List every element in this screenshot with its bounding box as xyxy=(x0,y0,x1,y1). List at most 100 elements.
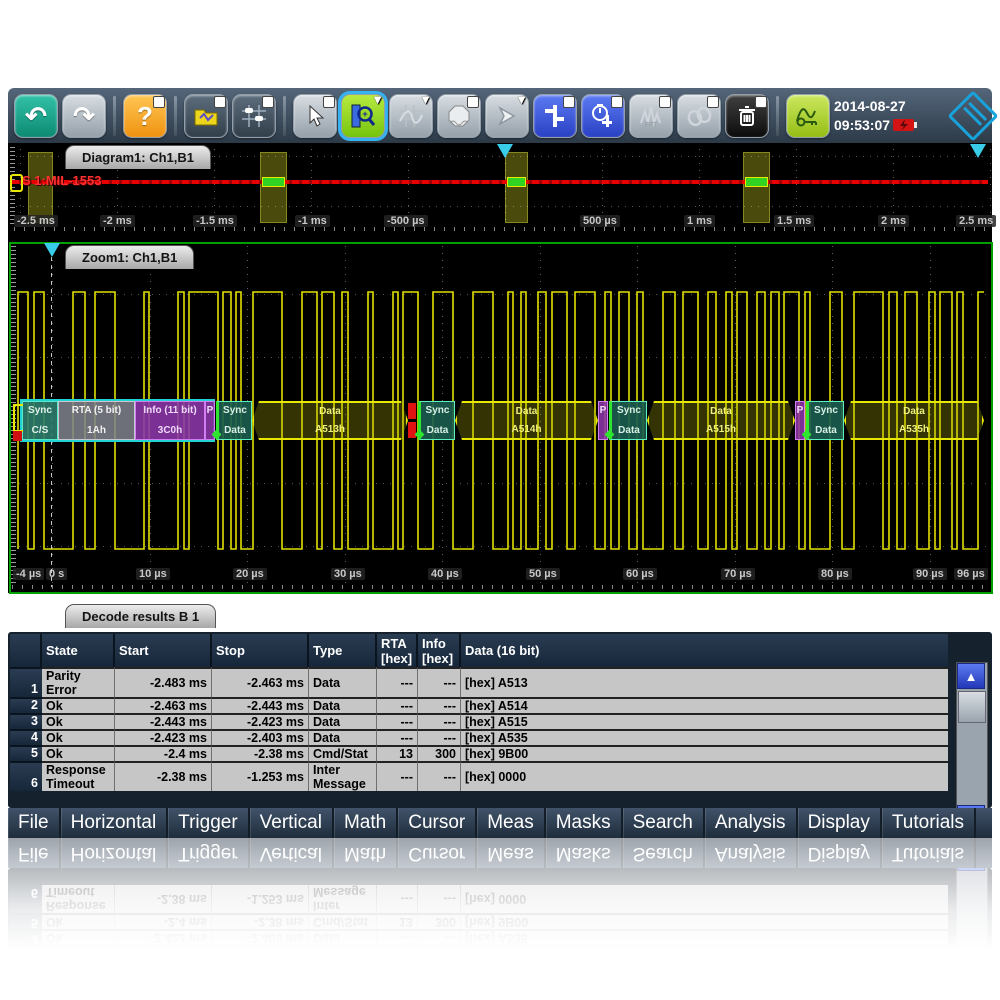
main-menu: File Horizontal Trigger Vertical Math Cu… xyxy=(8,808,992,838)
time-label: 09:53:07 xyxy=(834,116,890,134)
menu-tutorials[interactable]: Tutorials xyxy=(882,808,976,838)
menu-vertical[interactable]: Vertical xyxy=(250,808,334,838)
toolbar-separator xyxy=(776,96,779,136)
dialog-indicator xyxy=(214,96,226,108)
menu-display[interactable]: Display xyxy=(798,808,882,838)
mask-button[interactable] xyxy=(437,94,481,138)
zoom1-tab[interactable]: Zoom1: Ch1,B1 xyxy=(65,245,194,269)
lower-section: Decode results B 1 State Start Stop Type… xyxy=(8,604,992,838)
menu-analysis[interactable]: Analysis xyxy=(705,808,798,838)
grid-button[interactable]: ▼ xyxy=(389,94,433,138)
redo-icon: ↷ xyxy=(73,103,95,129)
decode-rta-segment[interactable]: RTA (5 bit)1Ah xyxy=(58,401,135,440)
fft-button[interactable]: FFT xyxy=(629,94,673,138)
header-info[interactable]: Info [hex] xyxy=(418,634,461,667)
toolbar: ↶ ↷ ? + ▼ ▼ ▼ xyxy=(8,88,992,143)
dialog-indicator xyxy=(659,96,671,108)
trash-button[interactable] xyxy=(725,94,769,138)
table-row[interactable]: 6 Response Timeout -2.38 ms -1.253 ms In… xyxy=(10,761,948,791)
dialog-indicator xyxy=(153,96,165,108)
scroll-up-button[interactable]: ▲ xyxy=(957,663,985,689)
generator-icon xyxy=(794,103,822,129)
reflection-fade xyxy=(8,838,992,968)
scroll-thumb[interactable] xyxy=(958,691,986,723)
menu-search[interactable]: Search xyxy=(623,808,705,838)
toolbar-separator xyxy=(283,96,286,136)
dialog-indicator xyxy=(467,96,479,108)
decode-results-table: State Start Stop Type RTA [hex] Info [he… xyxy=(10,634,948,791)
menu-horizontal[interactable]: Horizontal xyxy=(61,808,169,838)
header-index xyxy=(10,634,42,667)
dropdown-indicator: ▼ xyxy=(515,93,528,107)
dropdown-indicator: ▼ xyxy=(419,93,432,107)
menu-math[interactable]: Math xyxy=(334,808,398,838)
menu-meas[interactable]: Meas xyxy=(477,808,545,838)
frame-highlight xyxy=(507,177,526,187)
decode-results-tab[interactable]: Decode results B 1 xyxy=(65,604,216,628)
decode-data-word[interactable]: DataA515h xyxy=(647,401,795,440)
header-data[interactable]: Data (16 bit) xyxy=(461,634,948,667)
diagram1-panel[interactable]: Diagram1: Ch1,B1 S 1:MIL-1553 -2.5 ms -2… xyxy=(8,143,992,233)
redo-button[interactable]: ↷ xyxy=(62,94,106,138)
trigger-marker[interactable] xyxy=(44,243,60,257)
screen-reflection: Decode results B 1 State Start Stop Type… xyxy=(8,838,992,968)
diagram1-tab[interactable]: Diagram1: Ch1,B1 xyxy=(65,145,211,169)
clock: 2014-08-27 09:53:07 xyxy=(834,97,917,133)
menu-cursor[interactable]: Cursor xyxy=(398,808,477,838)
help-button[interactable]: ? xyxy=(123,94,167,138)
menu-file[interactable]: File xyxy=(8,808,61,838)
header-start[interactable]: Start xyxy=(115,634,212,667)
setup-button[interactable] xyxy=(232,94,276,138)
trigger-position-marker-right xyxy=(970,144,986,158)
header-type[interactable]: Type xyxy=(309,634,377,667)
battery-icon xyxy=(893,118,917,132)
header-stop[interactable]: Stop xyxy=(212,634,309,667)
generator-button[interactable] xyxy=(786,94,830,138)
help-icon: ? xyxy=(137,103,153,129)
zoom-button[interactable]: + ▼ xyxy=(341,94,385,138)
table-row[interactable]: 4 Ok -2.423 ms -2.403 ms Data --- --- [h… xyxy=(10,729,948,745)
pointer-button[interactable] xyxy=(293,94,337,138)
menu-trigger[interactable]: Trigger xyxy=(168,808,249,838)
persistence-button[interactable] xyxy=(677,94,721,138)
open-file-button[interactable] xyxy=(184,94,228,138)
screen: ↶ ↷ ? + ▼ ▼ ▼ xyxy=(0,0,1000,1000)
toolbar-separator xyxy=(113,96,116,136)
header-state[interactable]: State xyxy=(42,634,115,667)
dialog-indicator xyxy=(323,96,335,108)
dialog-indicator xyxy=(755,96,767,108)
svg-text:FFT: FFT xyxy=(645,122,659,129)
diagram1-tick-strip xyxy=(14,227,990,231)
menu-filler xyxy=(976,808,992,838)
decode-data-word[interactable]: DataA535h xyxy=(844,401,984,440)
header-rta[interactable]: RTA [hex] xyxy=(377,634,418,667)
axis-tick: -1 ms xyxy=(295,215,330,227)
undo-button[interactable]: ↶ xyxy=(14,94,58,138)
play-button[interactable]: ▼ xyxy=(485,94,529,138)
table-row[interactable]: 5 Ok -2.4 ms -2.38 ms Cmd/Stat 13 300 [h… xyxy=(10,745,948,761)
decode-data-word[interactable]: DataA513h xyxy=(252,401,408,440)
decode-start-tag xyxy=(13,404,23,432)
decode-info-segment[interactable]: Info (11 bit)3C0h xyxy=(135,401,205,440)
decode-sync-segment[interactable]: SyncC/S xyxy=(22,401,58,440)
decode-region-marker xyxy=(260,152,287,223)
scrollbar[interactable]: ▲ ▼ xyxy=(956,662,988,832)
timer-button[interactable] xyxy=(581,94,625,138)
oscilloscope-app: ↶ ↷ ? + ▼ ▼ ▼ xyxy=(8,88,992,838)
bus-label: S 1:MIL-1553 xyxy=(22,173,101,188)
bus-signal-line xyxy=(12,180,988,184)
menu-masks[interactable]: Masks xyxy=(546,808,623,838)
measure-button[interactable] xyxy=(533,94,577,138)
rs-logo xyxy=(948,90,999,141)
svg-text:+: + xyxy=(362,109,367,119)
axis-tick: -500 µs xyxy=(384,215,428,227)
table-row[interactable]: 3 Ok -2.443 ms -2.423 ms Data --- --- [h… xyxy=(10,713,948,729)
decode-data-word[interactable]: DataA514h xyxy=(455,401,598,440)
table-row[interactable]: 2 Ok -2.463 ms -2.443 ms Data --- --- [h… xyxy=(10,697,948,713)
axis-tick: 500 µs xyxy=(580,215,620,227)
trigger-position-marker[interactable] xyxy=(497,144,513,158)
zoom1-panel[interactable]: Zoom1: Ch1,B1 SyncC/S RTA (5 bit)1Ah Inf… xyxy=(8,232,992,593)
table-row[interactable]: 1 Parity Error -2.483 ms -2.463 ms Data … xyxy=(10,667,948,697)
dialog-indicator xyxy=(262,96,274,108)
undo-icon: ↶ xyxy=(25,103,47,129)
